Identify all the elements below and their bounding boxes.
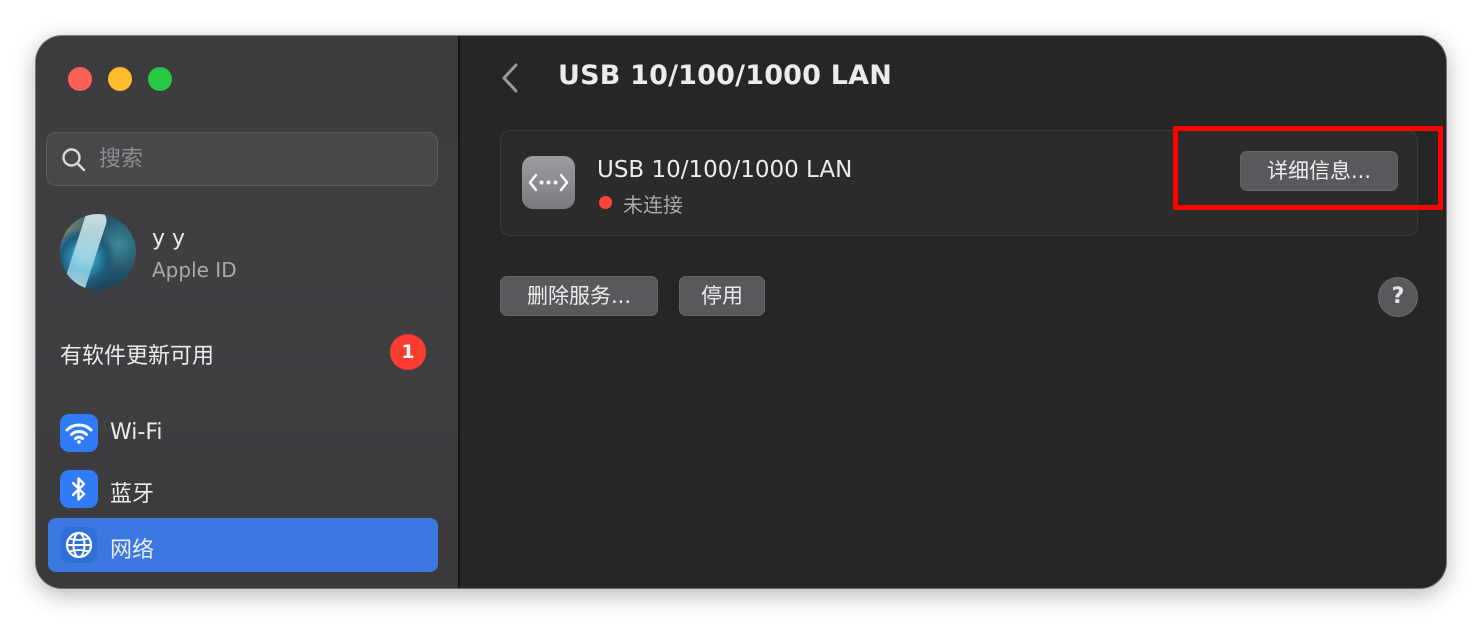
settings-window: y y Apple ID 有软件更新可用 1 Wi-Fi bbox=[36, 36, 1446, 588]
main-pane: USB 10/100/1000 LAN USB 10/100/1000 LAN … bbox=[460, 36, 1446, 588]
sidebar-item-label: 蓝牙 bbox=[110, 482, 155, 507]
zoom-window-button[interactable] bbox=[148, 67, 172, 91]
update-count-badge: 1 bbox=[390, 334, 426, 370]
search-input[interactable] bbox=[99, 143, 419, 175]
details-button[interactable]: 详细信息... bbox=[1240, 151, 1398, 191]
sidebar-item-network[interactable]: 网络 bbox=[48, 518, 438, 572]
sidebar-item-label: Wi-Fi bbox=[110, 420, 163, 445]
connection-status: 未连接 bbox=[623, 193, 683, 217]
disable-button[interactable]: 停用 bbox=[679, 276, 765, 316]
ethernet-arrows-icon bbox=[522, 156, 575, 209]
sidebar-item-bluetooth[interactable]: 蓝牙 bbox=[48, 462, 438, 516]
search-field[interactable] bbox=[46, 132, 438, 186]
account-name: y y bbox=[152, 226, 186, 251]
status-dot bbox=[599, 196, 612, 209]
back-button[interactable] bbox=[496, 60, 526, 96]
account-subtitle: Apple ID bbox=[152, 258, 237, 282]
chevron-left-icon bbox=[502, 63, 518, 93]
help-button[interactable]: ? bbox=[1378, 277, 1418, 317]
software-update-label: 有软件更新可用 bbox=[60, 344, 215, 369]
search-icon bbox=[62, 148, 86, 172]
software-update-item[interactable]: 有软件更新可用 1 bbox=[60, 332, 430, 372]
apple-id-account[interactable]: y y Apple ID bbox=[60, 212, 440, 296]
globe-icon bbox=[60, 526, 98, 564]
sidebar-item-wifi[interactable]: Wi-Fi bbox=[48, 406, 438, 460]
sidebar: y y Apple ID 有软件更新可用 1 Wi-Fi bbox=[36, 36, 460, 588]
page-title: USB 10/100/1000 LAN bbox=[558, 60, 893, 91]
service-name: USB 10/100/1000 LAN bbox=[597, 157, 853, 183]
avatar[interactable] bbox=[60, 214, 136, 290]
bluetooth-icon bbox=[60, 470, 98, 508]
wifi-icon bbox=[60, 414, 98, 452]
sidebar-item-label: 网络 bbox=[110, 538, 155, 563]
minimize-window-button[interactable] bbox=[108, 67, 132, 91]
service-card: USB 10/100/1000 LAN 未连接 详细信息... bbox=[500, 130, 1418, 236]
close-window-button[interactable] bbox=[68, 67, 92, 91]
remove-service-button[interactable]: 删除服务... bbox=[500, 276, 658, 316]
